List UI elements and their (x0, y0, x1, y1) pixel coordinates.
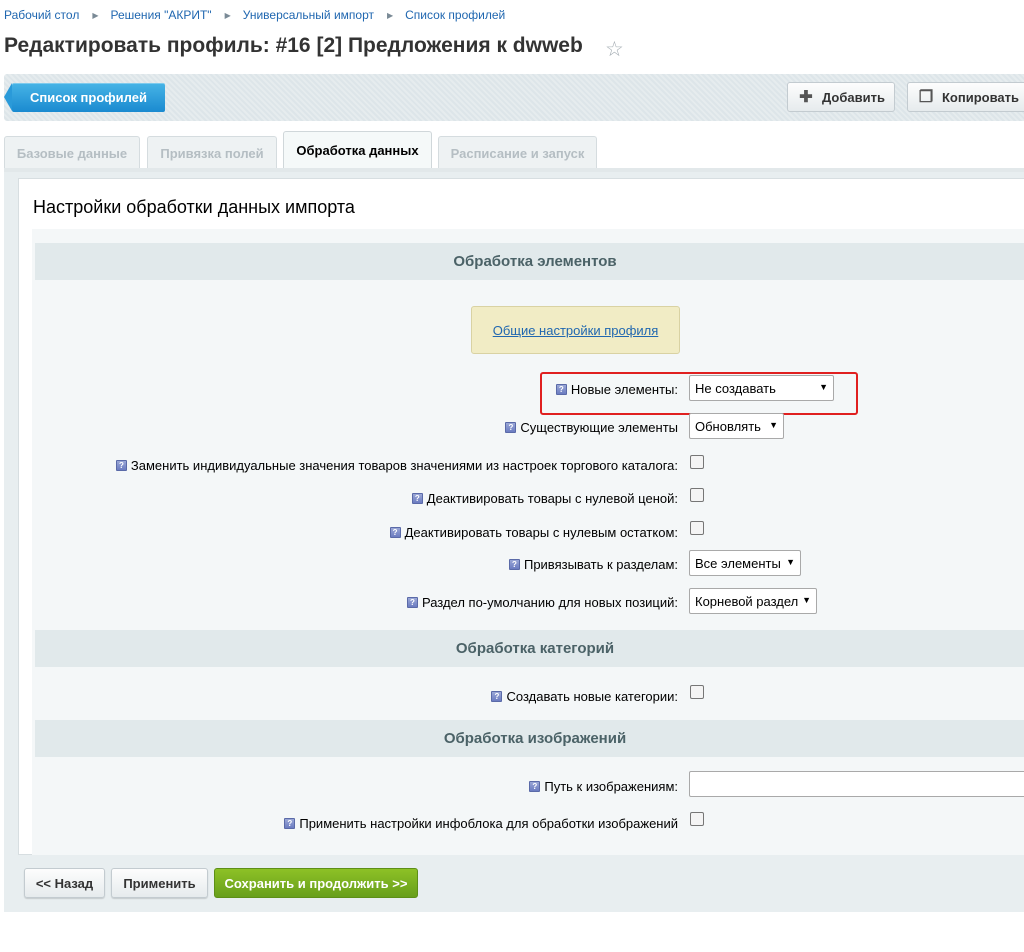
help-icon[interactable]: ? (491, 690, 503, 702)
breadcrumb-profile-list[interactable]: Список профилей (405, 8, 505, 22)
chevron-down-icon: ▼ (786, 557, 795, 567)
tab-field-mapping[interactable]: Привязка полей (147, 136, 277, 169)
chevron-down-icon: ▼ (802, 595, 811, 605)
section-elements: Обработка элементов (35, 243, 1024, 280)
existing-elements-label: ? Существующие элементы (505, 417, 678, 437)
help-icon[interactable]: ? (115, 459, 127, 471)
help-icon[interactable]: ? (508, 558, 520, 570)
profile-list-button[interactable]: Список профилей (4, 83, 165, 112)
images-path-text: Путь к изображениям: (544, 778, 678, 794)
chevron-right-icon: ▶ (224, 10, 231, 20)
deactivate-zero-stock-label: ? Деактивировать товары с нулевым остатк… (389, 522, 678, 542)
breadcrumb-universal-import[interactable]: Универсальный импорт (243, 8, 374, 22)
content-area: Настройки обработки данных импорта Обраб… (4, 172, 1024, 912)
deactivate-zero-stock-text: Деактивировать товары с нулевым остатком… (404, 524, 678, 540)
deactivate-zero-price-label: ? Деактивировать товары с нулевой ценой: (411, 488, 678, 508)
replace-values-text: Заменить индивидуальные значения товаров… (130, 457, 678, 473)
bind-sections-text: Привязывать к разделам: (523, 556, 678, 572)
help-icon[interactable]: ? (529, 780, 541, 792)
page-title: Редактировать профиль: #16 [2] Предложен… (4, 34, 583, 57)
back-button[interactable]: << Назад (24, 868, 105, 898)
default-section-text: Раздел по-умолчанию для новых позиций: (421, 594, 678, 610)
existing-elements-select[interactable]: Обновлять ▼ (689, 413, 784, 439)
tab-data-processing[interactable]: Обработка данных (283, 131, 432, 169)
chevron-right-icon: ▶ (92, 10, 99, 20)
default-section-label: ? Раздел по-умолчанию для новых позиций: (406, 592, 678, 612)
copy-button[interactable]: ❐ Копировать (907, 82, 1024, 112)
panel-title: Настройки обработки данных импорта (33, 197, 355, 217)
apply-iblock-settings-checkbox[interactable] (690, 812, 704, 826)
copy-label: Копировать (942, 89, 1020, 105)
images-path-input[interactable] (689, 771, 1024, 797)
create-categories-text: Создавать новые категории: (506, 688, 678, 704)
tab-base-data[interactable]: Базовые данные (4, 136, 140, 169)
add-button[interactable]: ✚ Добавить (787, 82, 895, 112)
images-path-label: ? Путь к изображениям: (529, 776, 678, 796)
bind-sections-label: ? Привязывать к разделам: (508, 554, 678, 574)
section-categories: Обработка категорий (35, 630, 1024, 667)
section-images: Обработка изображений (35, 720, 1024, 757)
bind-sections-value: Все элементы (695, 555, 781, 571)
tab-bar: Базовые данные Привязка полей Обработка … (4, 131, 1024, 169)
breadcrumb: Рабочий стол ▶ Решения "АКРИТ" ▶ Универс… (4, 7, 505, 23)
copy-icon: ❐ (918, 89, 934, 106)
breadcrumb-desktop[interactable]: Рабочий стол (4, 8, 79, 22)
help-icon[interactable]: ? (411, 492, 423, 504)
create-categories-checkbox[interactable] (690, 685, 704, 699)
bind-sections-select[interactable]: Все элементы ▼ (689, 550, 801, 576)
breadcrumb-solutions[interactable]: Решения "АКРИТ" (110, 8, 211, 22)
add-label: Добавить (822, 89, 885, 105)
existing-elements-text: Существующие элементы (520, 419, 678, 435)
default-section-select[interactable]: Корневой раздел ▼ (689, 588, 817, 614)
deactivate-zero-stock-checkbox[interactable] (690, 521, 704, 535)
toolbar: Список профилей ✚ Добавить ❐ Копировать (4, 74, 1024, 121)
replace-values-checkbox[interactable] (690, 455, 704, 469)
profile-list-label: Список профилей (30, 90, 147, 105)
profile-settings-link[interactable]: Общие настройки профиля (471, 306, 680, 354)
save-continue-button[interactable]: Сохранить и продолжить >> (214, 868, 418, 898)
default-section-value: Корневой раздел (695, 593, 799, 609)
deactivate-zero-price-text: Деактивировать товары с нулевой ценой: (426, 490, 678, 506)
create-categories-label: ? Создавать новые категории: (491, 686, 678, 706)
apply-iblock-settings-label: ? Применить настройки инфоблока для обра… (284, 813, 678, 833)
replace-values-label: ? Заменить индивидуальные значения товар… (115, 455, 678, 475)
tab-schedule[interactable]: Расписание и запуск (438, 136, 597, 169)
help-icon[interactable]: ? (406, 596, 418, 608)
apply-iblock-settings-text: Применить настройки инфоблока для обрабо… (299, 815, 678, 831)
chevron-right-icon: ▶ (386, 10, 394, 20)
plus-icon: ✚ (799, 89, 813, 106)
highlight-frame (540, 372, 858, 415)
chevron-down-icon: ▼ (769, 420, 778, 430)
existing-elements-value: Обновлять (695, 418, 761, 434)
settings-panel: Настройки обработки данных импорта Обраб… (18, 178, 1024, 855)
deactivate-zero-price-checkbox[interactable] (690, 488, 704, 502)
help-icon[interactable]: ? (505, 421, 517, 433)
help-icon[interactable]: ? (389, 526, 401, 538)
help-icon[interactable]: ? (284, 817, 296, 829)
apply-button[interactable]: Применить (111, 868, 208, 898)
star-icon[interactable]: ☆ (605, 37, 624, 62)
